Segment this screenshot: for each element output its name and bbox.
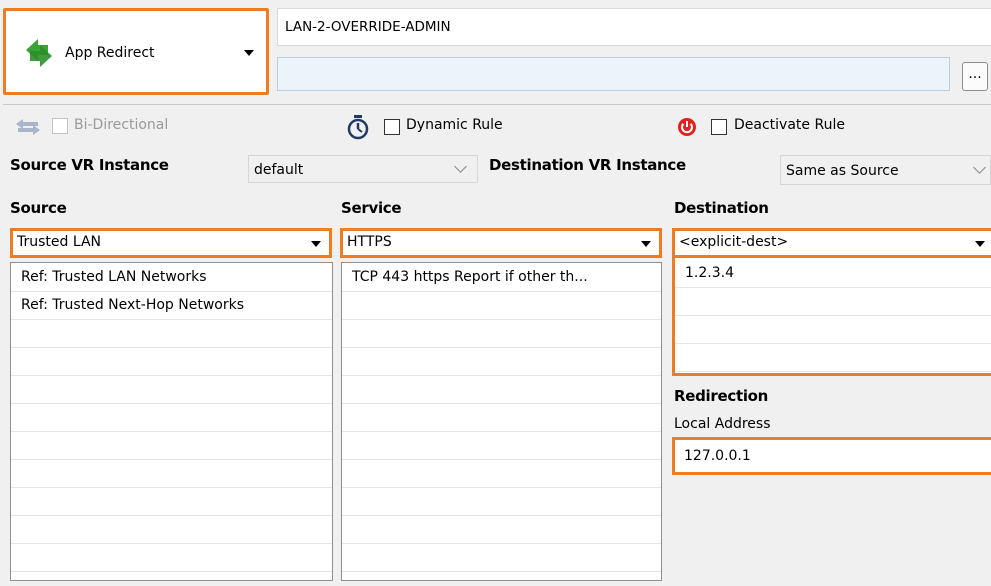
list-item[interactable] <box>11 544 332 572</box>
list-item[interactable]: Ref: Trusted Next-Hop Networks <box>11 292 332 320</box>
list-item-label: 1.2.3.4 <box>685 265 734 281</box>
bidirectional-checkbox[interactable] <box>52 118 68 134</box>
destination-selected: <explicit-dest> <box>679 234 789 250</box>
source-vr-select[interactable]: default <box>248 155 478 183</box>
app-redirect-icon <box>26 39 52 67</box>
list-item[interactable] <box>675 288 991 316</box>
chevron-down-icon <box>244 50 254 56</box>
service-selected: HTTPS <box>347 234 392 250</box>
list-item[interactable] <box>342 488 661 516</box>
list-item[interactable] <box>11 460 332 488</box>
destination-vr-value: Same as Source <box>786 163 899 179</box>
list-item[interactable] <box>342 432 661 460</box>
power-icon <box>678 118 696 136</box>
service-heading: Service <box>341 199 402 217</box>
action-label: App Redirect <box>65 45 155 61</box>
list-item[interactable] <box>675 316 991 344</box>
list-item[interactable] <box>11 376 332 404</box>
list-item[interactable] <box>342 320 661 348</box>
source-vr-value: default <box>254 162 304 178</box>
destination-heading: Destination <box>674 199 769 217</box>
action-selector[interactable]: App Redirect <box>3 8 269 95</box>
list-item[interactable] <box>342 404 661 432</box>
list-item[interactable] <box>11 516 332 544</box>
source-select[interactable]: Trusted LAN <box>10 228 332 258</box>
local-address-field[interactable]: 127.0.0.1 <box>672 437 991 475</box>
list-item[interactable]: TCP 443 https Report if other th... <box>342 264 661 292</box>
list-item[interactable] <box>11 488 332 516</box>
deactivate-rule-checkbox[interactable] <box>711 119 727 135</box>
destination-select[interactable]: <explicit-dest> <box>672 228 991 258</box>
list-item[interactable] <box>342 376 661 404</box>
list-item-label: Ref: Trusted LAN Networks <box>21 269 207 285</box>
more-button[interactable]: ... <box>962 62 988 91</box>
list-item[interactable] <box>11 348 332 376</box>
chevron-down-icon <box>975 241 985 247</box>
source-heading: Source <box>10 199 67 217</box>
list-item-label: TCP 443 https Report if other th... <box>352 269 588 285</box>
list-item[interactable]: 1.2.3.4 <box>675 260 991 288</box>
rule-name-field[interactable]: LAN-2-OVERRIDE-ADMIN <box>277 8 991 46</box>
list-item[interactable] <box>11 320 332 348</box>
list-item[interactable]: Ref: Trusted LAN Networks <box>11 264 332 292</box>
stopwatch-icon <box>347 115 369 140</box>
chevron-down-icon <box>311 241 321 247</box>
local-address-label: Local Address <box>674 416 771 432</box>
destination-vr-label: Destination VR Instance <box>489 156 686 174</box>
service-list[interactable]: TCP 443 https Report if other th... <box>341 262 662 581</box>
chevron-down-icon <box>973 161 986 174</box>
divider <box>3 104 991 105</box>
service-select[interactable]: HTTPS <box>340 228 662 258</box>
chevron-down-icon <box>454 160 467 173</box>
list-item[interactable] <box>11 432 332 460</box>
local-address-value: 127.0.0.1 <box>684 448 751 464</box>
destination-vr-select[interactable]: Same as Source <box>780 155 991 185</box>
list-item[interactable] <box>342 292 661 320</box>
dynamic-rule-checkbox[interactable] <box>384 119 400 135</box>
list-item[interactable] <box>675 344 991 372</box>
list-item[interactable] <box>342 348 661 376</box>
list-item[interactable] <box>11 404 332 432</box>
rule-description-field[interactable] <box>277 57 950 91</box>
destination-list[interactable]: 1.2.3.4 <box>672 258 991 376</box>
rule-name-value: LAN-2-OVERRIDE-ADMIN <box>285 19 451 35</box>
dynamic-rule-label: Dynamic Rule <box>406 117 503 133</box>
list-item[interactable] <box>342 516 661 544</box>
redirection-heading: Redirection <box>674 387 769 405</box>
list-item[interactable] <box>342 544 661 572</box>
source-list[interactable]: Ref: Trusted LAN Networks Ref: Trusted Ne… <box>10 262 333 581</box>
source-vr-label: Source VR Instance <box>10 156 169 174</box>
bidirectional-label: Bi-Directional <box>74 117 169 133</box>
list-item-label: Ref: Trusted Next-Hop Networks <box>21 297 245 313</box>
source-selected: Trusted LAN <box>17 234 102 250</box>
deactivate-rule-label: Deactivate Rule <box>734 117 845 133</box>
list-item[interactable] <box>342 460 661 488</box>
chevron-down-icon <box>641 241 651 247</box>
bidirectional-arrows-icon <box>16 119 40 135</box>
